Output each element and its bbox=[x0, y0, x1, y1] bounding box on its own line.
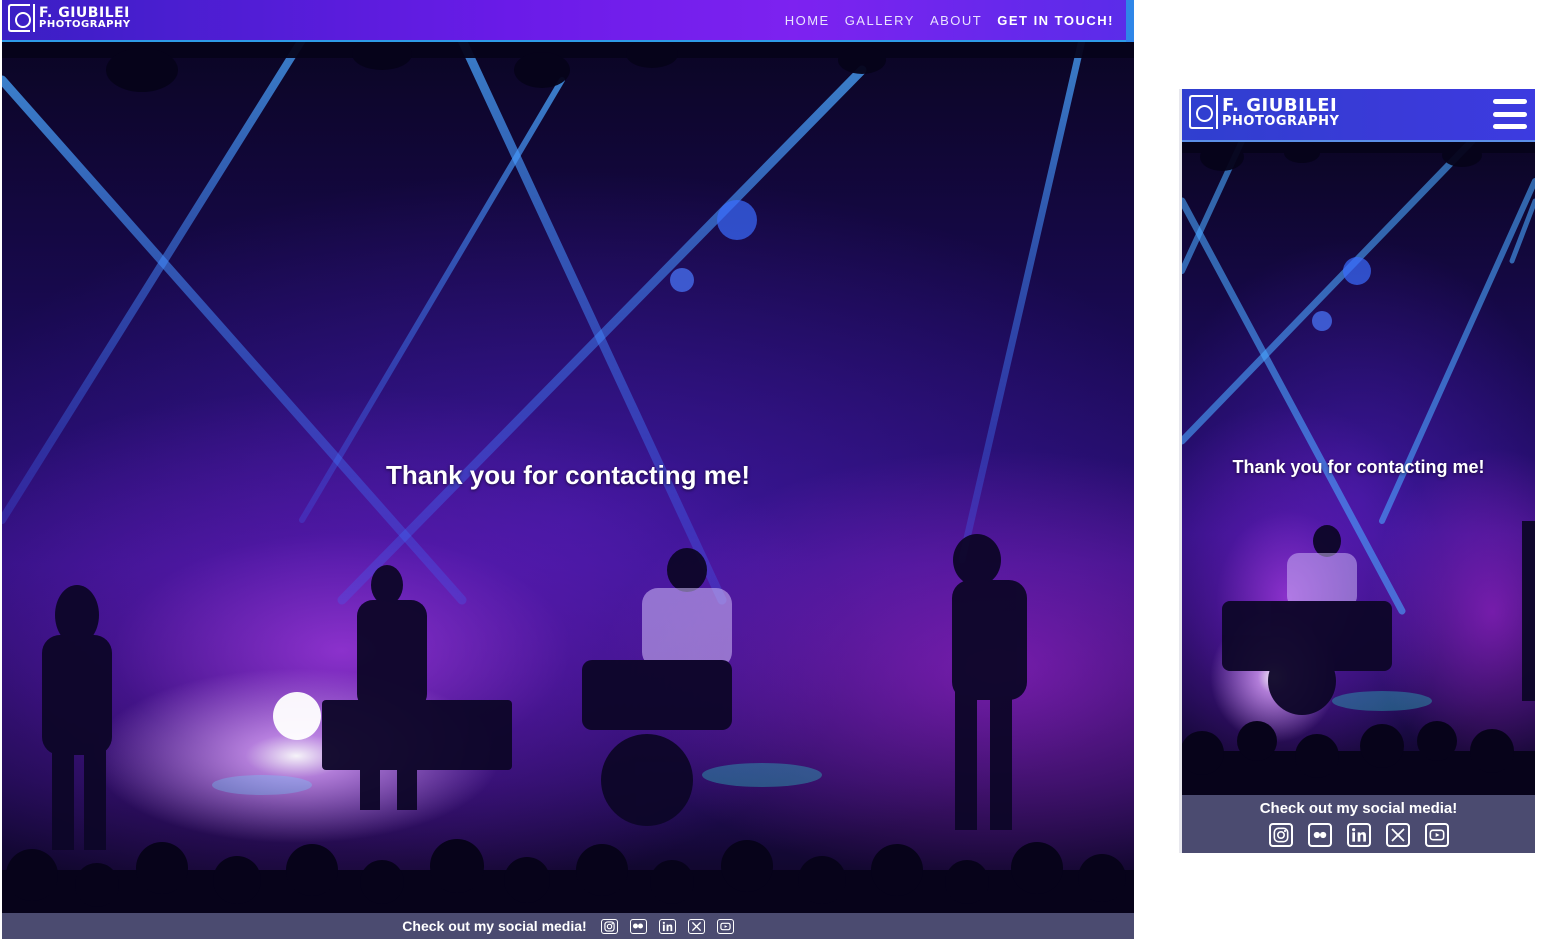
linkedin-icon[interactable] bbox=[1346, 823, 1371, 847]
hamburger-menu-icon[interactable] bbox=[1493, 99, 1527, 129]
brand-tagline: PHOTOGRAPHY bbox=[1222, 113, 1340, 129]
brand-wordmark: F. GIUBILEI PHOTOGRAPHY bbox=[39, 6, 131, 30]
flickr-icon[interactable] bbox=[1307, 823, 1332, 847]
brand-name: F. GIUBILEI bbox=[39, 5, 130, 21]
footer-social-text: Check out my social media! bbox=[402, 918, 587, 934]
navbar-edge bbox=[1126, 0, 1134, 42]
mobile-footer-social-text: Check out my social media! bbox=[1259, 800, 1458, 817]
thank-you-heading: Thank you for contacting me! bbox=[385, 460, 751, 490]
nav-link-about[interactable]: ABOUT bbox=[930, 13, 982, 28]
youtube-icon[interactable] bbox=[716, 918, 734, 934]
mobile-social-icons bbox=[1182, 823, 1535, 847]
nav-menu: HOME GALLERY ABOUT GET IN TOUCH! bbox=[785, 13, 1114, 28]
youtube-icon[interactable] bbox=[1424, 823, 1449, 847]
brand-logo[interactable]: F. GIUBILEI PHOTOGRAPHY bbox=[8, 4, 131, 32]
nav-link-get-in-touch[interactable]: GET IN TOUCH! bbox=[997, 13, 1114, 28]
nav-link-gallery[interactable]: GALLERY bbox=[845, 13, 915, 28]
mobile-frame-edge bbox=[1179, 89, 1182, 853]
footer: Check out my social media! bbox=[2, 913, 1134, 939]
nav-link-home[interactable]: HOME bbox=[785, 13, 830, 28]
mobile-brand-wordmark: F. GIUBILEI PHOTOGRAPHY bbox=[1222, 94, 1340, 129]
logo-divider bbox=[1216, 95, 1218, 129]
brand-name: F. GIUBILEI bbox=[1222, 94, 1338, 116]
linkedin-icon[interactable] bbox=[658, 918, 676, 934]
x-icon[interactable] bbox=[687, 918, 705, 934]
top-navbar: F. GIUBILEI PHOTOGRAPHY HOME GALLERY ABO… bbox=[2, 0, 1134, 42]
mobile-view: F. GIUBILEI PHOTOGRAPHY Thank you for co… bbox=[1179, 89, 1535, 853]
flickr-icon[interactable] bbox=[629, 918, 647, 934]
logo-divider bbox=[33, 4, 35, 32]
mobile-thank-you-heading: Thank you for contacting me! bbox=[1232, 457, 1485, 477]
camera-logo-icon bbox=[1189, 95, 1213, 129]
mobile-brand-logo[interactable]: F. GIUBILEI PHOTOGRAPHY bbox=[1189, 95, 1339, 129]
camera-logo-icon bbox=[8, 4, 31, 32]
desktop-view: F. GIUBILEI PHOTOGRAPHY HOME GALLERY ABO… bbox=[2, 0, 1134, 939]
instagram-icon[interactable] bbox=[1268, 823, 1293, 847]
instagram-icon[interactable] bbox=[600, 918, 618, 934]
x-icon[interactable] bbox=[1385, 823, 1410, 847]
brand-tagline: PHOTOGRAPHY bbox=[39, 19, 131, 30]
mobile-footer: Check out my social media! bbox=[1182, 795, 1535, 853]
mobile-navbar: F. GIUBILEI PHOTOGRAPHY bbox=[1179, 89, 1535, 142]
